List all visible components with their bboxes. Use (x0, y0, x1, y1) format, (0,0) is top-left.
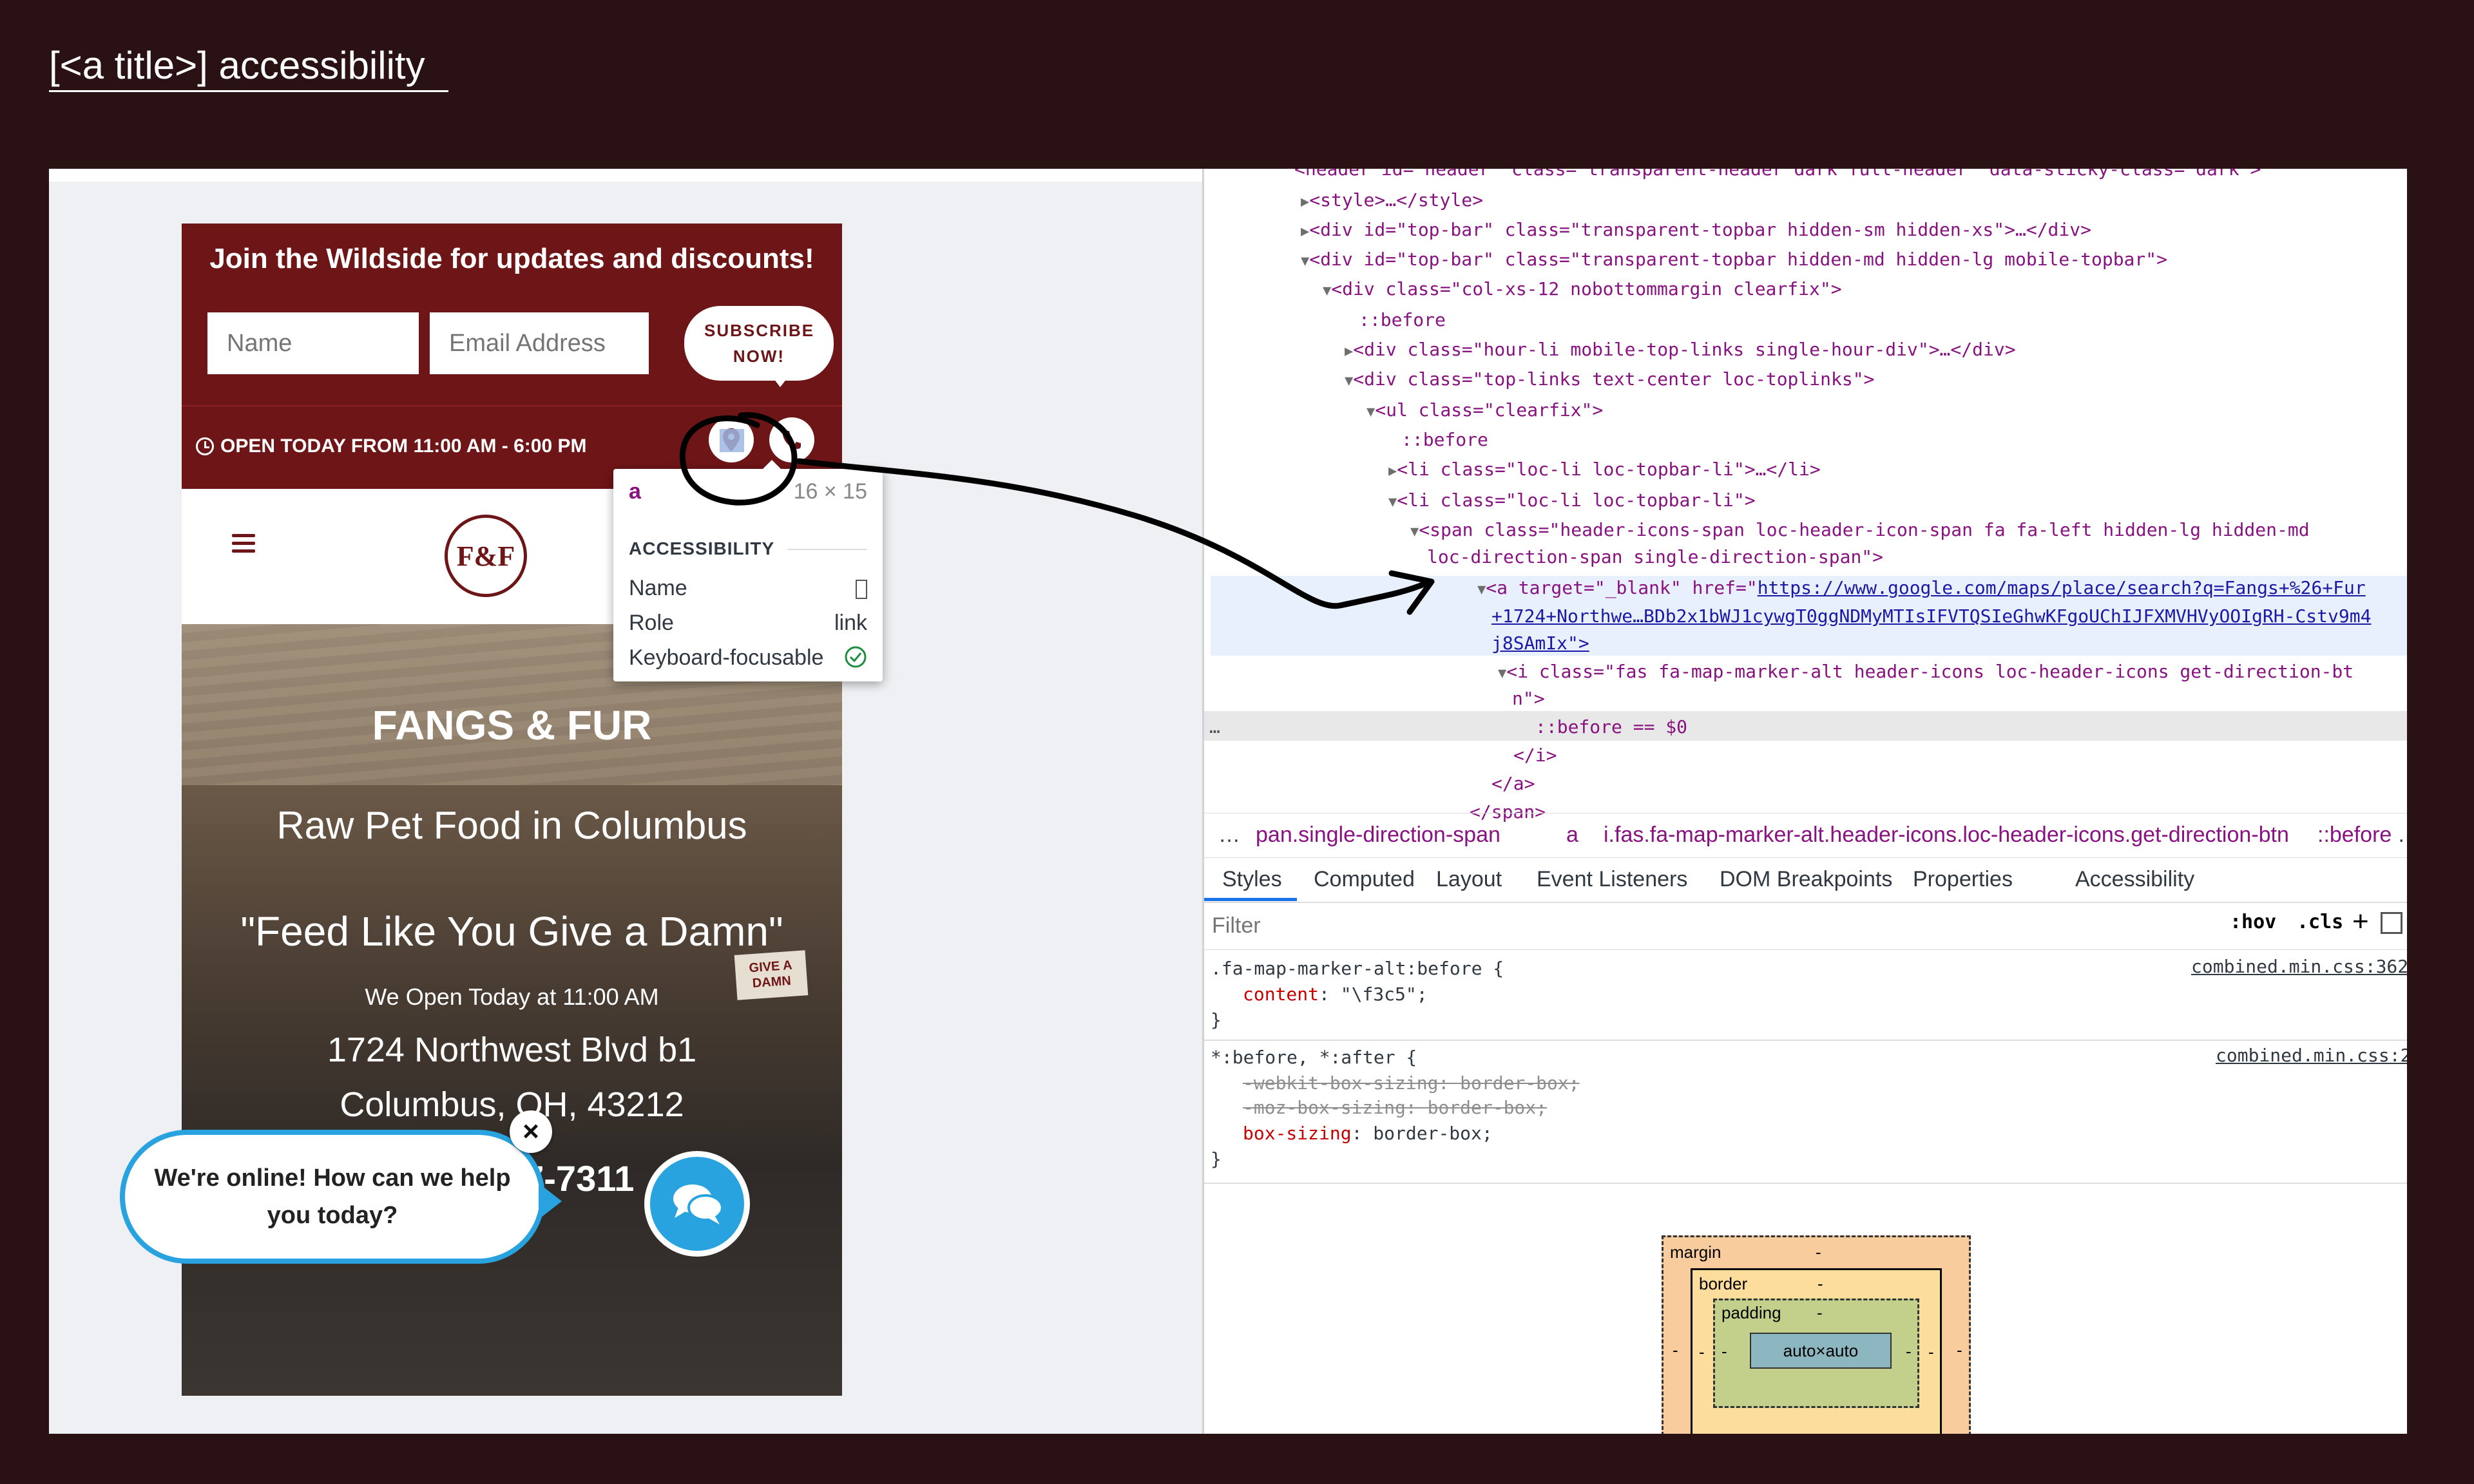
annotation-overlay (679, 412, 1435, 615)
annotation-circle (679, 412, 798, 506)
annotation-arrow (796, 458, 1430, 609)
